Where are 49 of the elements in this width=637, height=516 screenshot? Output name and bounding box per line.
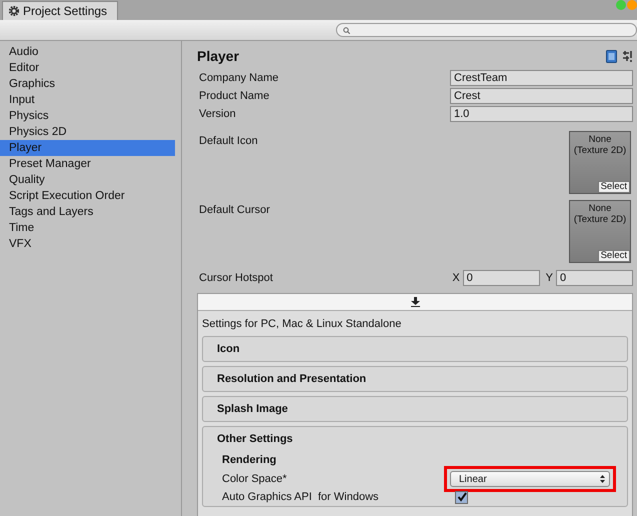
panel-title: Player	[197, 48, 240, 64]
texture-slot[interactable]: None (Texture 2D) Select	[569, 200, 631, 263]
subheading: Rendering	[221, 453, 278, 468]
field-label: Product Name	[199, 90, 270, 102]
sidebar-item[interactable]: Physics	[0, 108, 175, 124]
field-label: Version	[199, 108, 237, 120]
sidebar-item[interactable]: Quality	[0, 172, 175, 188]
sidebar-item[interactable]: Graphics	[0, 76, 175, 92]
foldout-section[interactable]: Icon	[202, 336, 628, 362]
dropdown[interactable]: Linear	[450, 471, 610, 487]
window-tab[interactable]: Project Settings	[2, 1, 118, 20]
sidebar-item[interactable]: Script Execution Order	[0, 188, 175, 204]
field-label: Default Icon	[199, 134, 259, 149]
sidebar-item[interactable]: Physics 2D	[0, 124, 175, 140]
text-field[interactable]: Crest	[450, 88, 633, 104]
field-label: Cursor Hotspot	[199, 272, 274, 284]
y-field[interactable]: 0	[556, 270, 633, 286]
sidebar-item[interactable]: Preset Manager	[0, 156, 175, 172]
sidebar-item[interactable]: Tags and Layers	[0, 204, 175, 220]
sidebar-item[interactable]: Time	[0, 220, 175, 236]
checkbox[interactable]	[455, 490, 468, 504]
gear-icon	[9, 6, 19, 16]
sidebar-item[interactable]: Audio	[0, 44, 175, 60]
sidebar-item[interactable]: Editor	[0, 60, 175, 76]
setting-label: Auto Graphics API for Windows	[222, 491, 380, 503]
search-field[interactable]	[336, 23, 637, 37]
y-label: Y	[546, 272, 553, 284]
text-field[interactable]: 1.0	[450, 106, 633, 122]
field-label: Default Cursor	[199, 203, 271, 218]
foldout-section[interactable]: Splash Image	[202, 396, 628, 422]
foldout-section[interactable]: Resolution and Presentation	[202, 366, 628, 392]
platform-title: Settings for PC, Mac & Linux Standalone	[201, 317, 402, 332]
x-label: X	[452, 272, 460, 284]
download-arrow-icon[interactable]	[410, 297, 420, 307]
select-button[interactable]: Select	[598, 181, 630, 193]
select-button[interactable]: Select	[598, 250, 630, 262]
text-field[interactable]: CrestTeam	[450, 70, 633, 86]
preset-sliders-icon[interactable]	[623, 50, 633, 62]
field-label: Company Name	[199, 72, 280, 84]
sidebar-item[interactable]: Player	[0, 140, 175, 156]
setting-label: Color Space*	[222, 473, 288, 485]
x-field[interactable]: 0	[462, 270, 540, 286]
foldout-section[interactable]: Other Settings Rendering Color Space* Linear Auto Graphics API for Windows	[202, 426, 628, 507]
sidebar-item[interactable]: VFX	[0, 236, 175, 252]
sidebar-item[interactable]: Input	[0, 92, 175, 108]
help-book-icon[interactable]	[606, 50, 617, 62]
search-icon	[343, 26, 350, 34]
texture-slot[interactable]: None (Texture 2D) Select	[569, 131, 631, 194]
updown-caret-icon	[600, 475, 605, 483]
